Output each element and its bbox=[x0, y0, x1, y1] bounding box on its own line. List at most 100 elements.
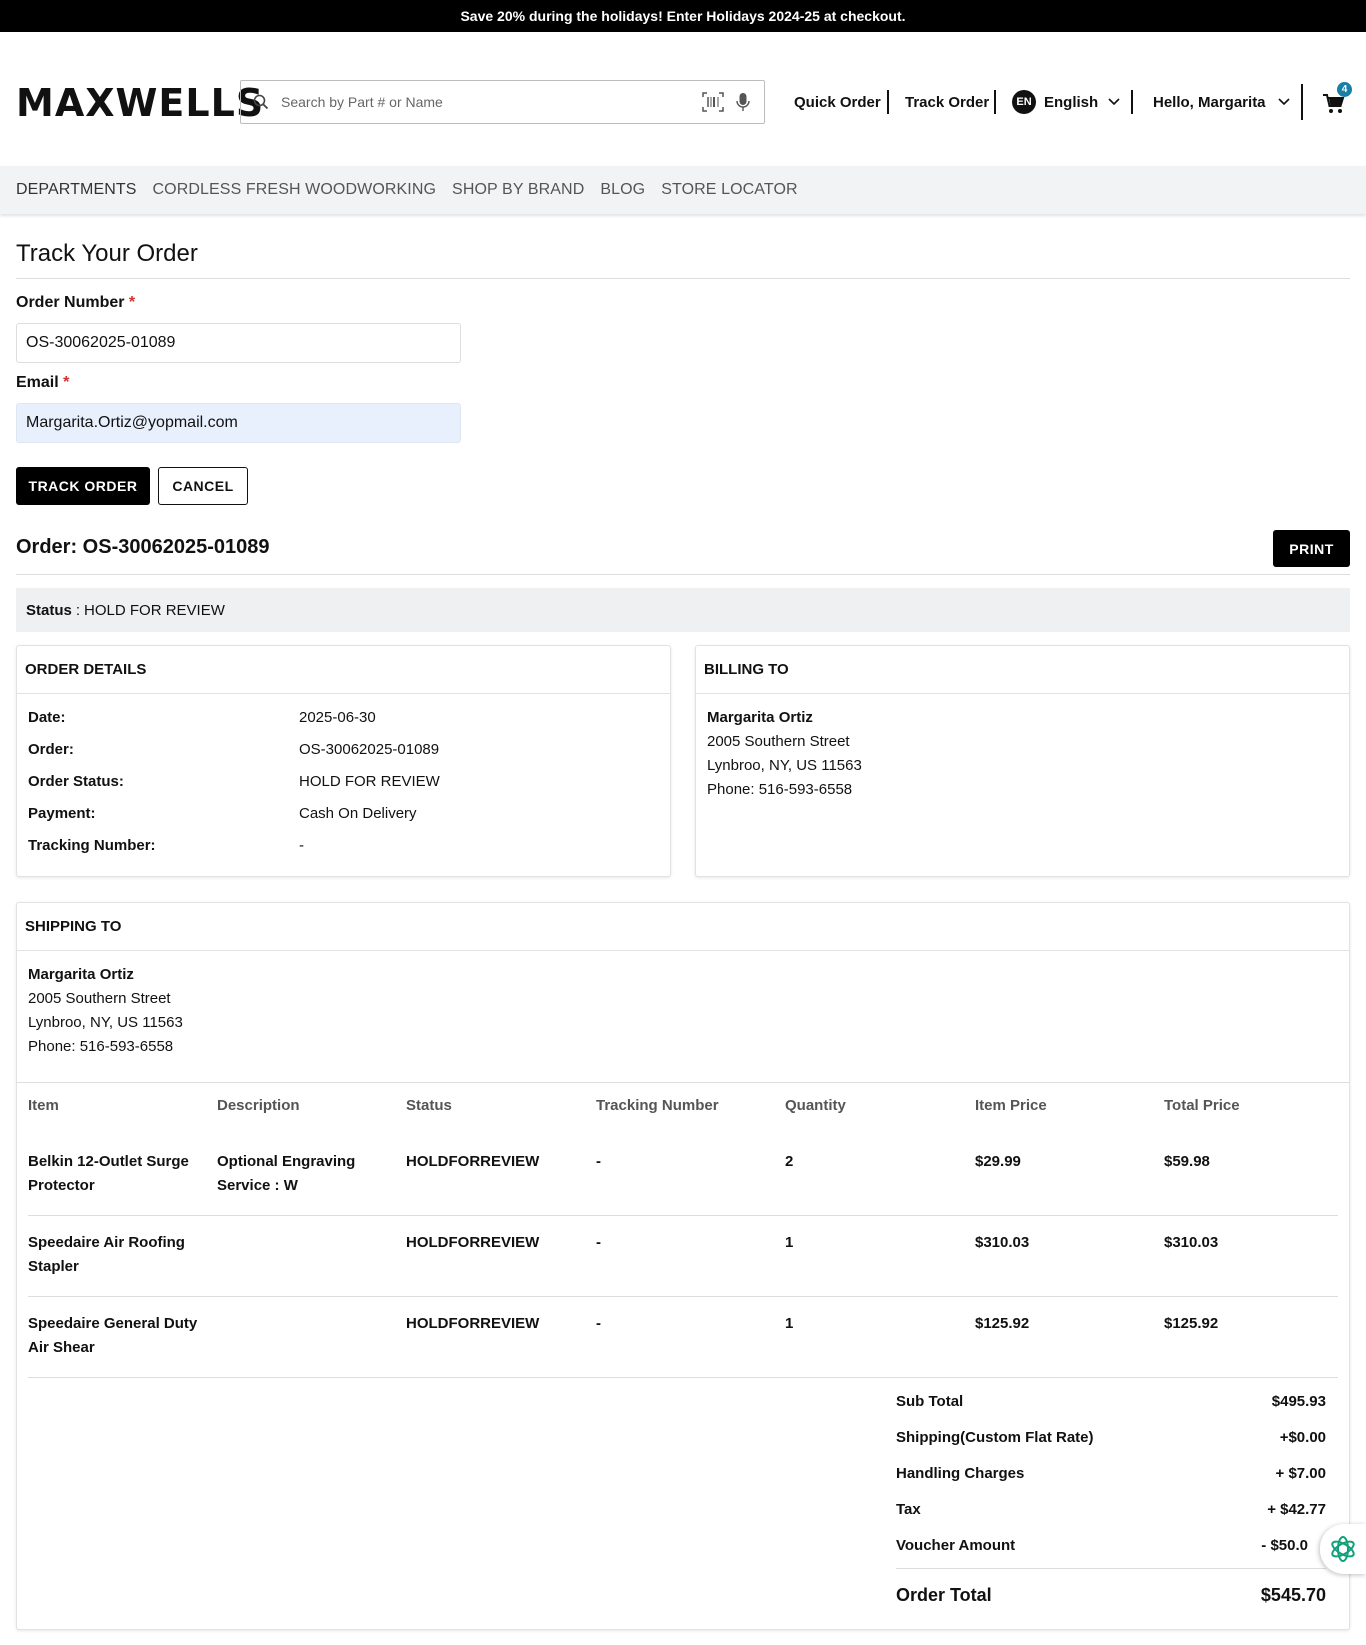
item-name[interactable]: Belkin 12-Outlet Surge Protector bbox=[28, 1150, 189, 1198]
item-quantity: 1 bbox=[785, 1234, 794, 1251]
subtotal-label: Sub Total bbox=[896, 1393, 964, 1410]
row-divider bbox=[28, 1296, 1338, 1297]
quick-order-link[interactable]: Quick Order bbox=[794, 80, 881, 124]
item-tracking: - bbox=[596, 1153, 601, 1170]
item-status: HOLDFORREVIEW bbox=[406, 1234, 540, 1251]
category-nav: DEPARTMENTS CORDLESS FRESH WOODWORKING S… bbox=[0, 166, 1366, 214]
nav-shop-by-brand[interactable]: SHOP BY BRAND bbox=[452, 181, 584, 199]
divider bbox=[896, 1568, 1326, 1569]
item-description-line: Optional Engraving bbox=[217, 1153, 356, 1170]
detail-value: - bbox=[299, 837, 304, 854]
search-input[interactable] bbox=[281, 94, 698, 110]
account-menu[interactable]: Hello, Margarita bbox=[1153, 80, 1290, 124]
nav-store-locator[interactable]: STORE LOCATOR bbox=[661, 181, 797, 199]
cart-button[interactable]: 4 bbox=[1322, 82, 1352, 118]
item-name-line: Protector bbox=[28, 1177, 95, 1194]
divider bbox=[16, 574, 1350, 575]
promo-text: Save 20% during the holidays! Enter Holi… bbox=[460, 8, 906, 24]
order-total-value: $545.70 bbox=[1260, 1585, 1326, 1605]
nav-divider bbox=[1301, 84, 1303, 120]
shipping-card: SHIPPING TO bbox=[16, 902, 1350, 1630]
item-total: $125.92 bbox=[1164, 1315, 1219, 1332]
order-details-title: ORDER DETAILS bbox=[17, 646, 670, 694]
microphone-icon[interactable] bbox=[728, 92, 758, 112]
shipping-name: Margarita Ortiz bbox=[28, 966, 134, 983]
tax-label: Tax bbox=[896, 1501, 921, 1518]
barcode-scan-icon[interactable] bbox=[698, 92, 728, 112]
email-label: Email * bbox=[16, 374, 69, 392]
nav-divider bbox=[994, 90, 996, 114]
item-quantity: 2 bbox=[785, 1153, 794, 1170]
item-description: Optional Engraving Service : W bbox=[217, 1150, 355, 1198]
col-header-tracking-number: Tracking Number bbox=[596, 1097, 719, 1114]
status-value: HOLD FOR REVIEW bbox=[84, 601, 225, 619]
detail-value: Cash On Delivery bbox=[299, 805, 417, 822]
nav-departments[interactable]: DEPARTMENTS bbox=[16, 181, 137, 199]
divider bbox=[16, 1082, 1350, 1083]
item-price: $310.03 bbox=[975, 1234, 1030, 1251]
item-tracking: - bbox=[596, 1234, 601, 1251]
detail-value: HOLD FOR REVIEW bbox=[299, 773, 440, 790]
chevron-down-icon bbox=[1108, 98, 1120, 106]
item-tracking: - bbox=[596, 1315, 601, 1332]
shipping-charge-label: Shipping(Custom Flat Rate) bbox=[896, 1429, 1094, 1446]
item-name-line: Belkin 12-Outlet Surge bbox=[28, 1153, 189, 1170]
tax-value: + $42.77 bbox=[1267, 1501, 1326, 1518]
shipping-street: 2005 Southern Street bbox=[28, 990, 171, 1007]
col-header-total-price: Total Price bbox=[1164, 1097, 1240, 1114]
cancel-button[interactable]: CANCEL bbox=[158, 467, 248, 505]
nav-divider bbox=[1131, 90, 1133, 114]
site-header: MAXWELLS Quick Order Track Order EN Engl… bbox=[0, 32, 1366, 166]
item-name-line: Stapler bbox=[28, 1258, 79, 1275]
item-name[interactable]: Speedaire Air Roofing Stapler bbox=[28, 1231, 185, 1279]
billing-phone: Phone: 516-593-6558 bbox=[707, 781, 853, 798]
item-price: $125.92 bbox=[975, 1315, 1030, 1332]
print-button[interactable]: PRINT bbox=[1273, 530, 1350, 567]
billing-street: 2005 Southern Street bbox=[707, 733, 850, 750]
handling-value: + $7.00 bbox=[1275, 1465, 1326, 1482]
divider bbox=[16, 278, 1350, 279]
item-total: $59.98 bbox=[1164, 1153, 1210, 1170]
promo-banner: Save 20% during the holidays! Enter Holi… bbox=[0, 0, 1366, 32]
shipping-phone: Phone: 516-593-6558 bbox=[28, 1038, 174, 1055]
row-divider bbox=[28, 1215, 1338, 1216]
row-divider bbox=[28, 1377, 1338, 1378]
status-label: Status bbox=[26, 601, 72, 619]
item-description-line: Service : W bbox=[217, 1177, 298, 1194]
item-quantity: 1 bbox=[785, 1315, 794, 1332]
billing-name: Margarita Ortiz bbox=[707, 709, 813, 726]
detail-key: Order Status: bbox=[28, 773, 124, 790]
nav-divider bbox=[887, 90, 889, 114]
nav-cordless-fresh-woodworking[interactable]: CORDLESS FRESH WOODWORKING bbox=[153, 181, 437, 199]
track-order-button[interactable]: TRACK ORDER bbox=[16, 467, 150, 505]
item-total: $310.03 bbox=[1164, 1234, 1219, 1251]
detail-value: 2025-06-30 bbox=[299, 709, 376, 726]
col-header-status: Status bbox=[406, 1097, 452, 1114]
track-order-link[interactable]: Track Order bbox=[905, 80, 989, 124]
item-name-line: Speedaire General Duty bbox=[28, 1315, 198, 1332]
detail-value: OS-30062025-01089 bbox=[299, 741, 440, 758]
required-asterisk: * bbox=[63, 374, 70, 391]
order-number-input[interactable] bbox=[16, 323, 461, 363]
order-heading: Order: OS-30062025-01089 bbox=[16, 536, 270, 558]
email-label-text: Email bbox=[16, 374, 59, 391]
assistant-button[interactable] bbox=[1320, 1524, 1366, 1574]
nav-blog[interactable]: BLOG bbox=[600, 181, 645, 199]
billing-city: Lynbroo, NY, US 11563 bbox=[707, 757, 862, 774]
shipping-city: Lynbroo, NY, US 11563 bbox=[28, 1014, 183, 1031]
site-logo[interactable]: MAXWELLS bbox=[16, 81, 264, 125]
search-icon[interactable] bbox=[241, 94, 281, 110]
language-selector[interactable]: EN English bbox=[1012, 80, 1120, 124]
item-name-line: Air Shear bbox=[28, 1339, 95, 1356]
col-header-quantity: Quantity bbox=[785, 1097, 846, 1114]
item-name[interactable]: Speedaire General Duty Air Shear bbox=[28, 1312, 197, 1360]
detail-key: Payment: bbox=[28, 805, 96, 822]
search-bar bbox=[240, 80, 765, 124]
assistant-icon bbox=[1331, 1536, 1355, 1562]
email-input[interactable] bbox=[16, 403, 461, 443]
detail-key: Date: bbox=[28, 709, 66, 726]
voucher-value: - $50.0 bbox=[1261, 1537, 1308, 1554]
item-name-line: Speedaire Air Roofing bbox=[28, 1234, 185, 1251]
shipping-charge-value: +$0.00 bbox=[1279, 1429, 1326, 1446]
handling-label: Handling Charges bbox=[896, 1465, 1025, 1482]
